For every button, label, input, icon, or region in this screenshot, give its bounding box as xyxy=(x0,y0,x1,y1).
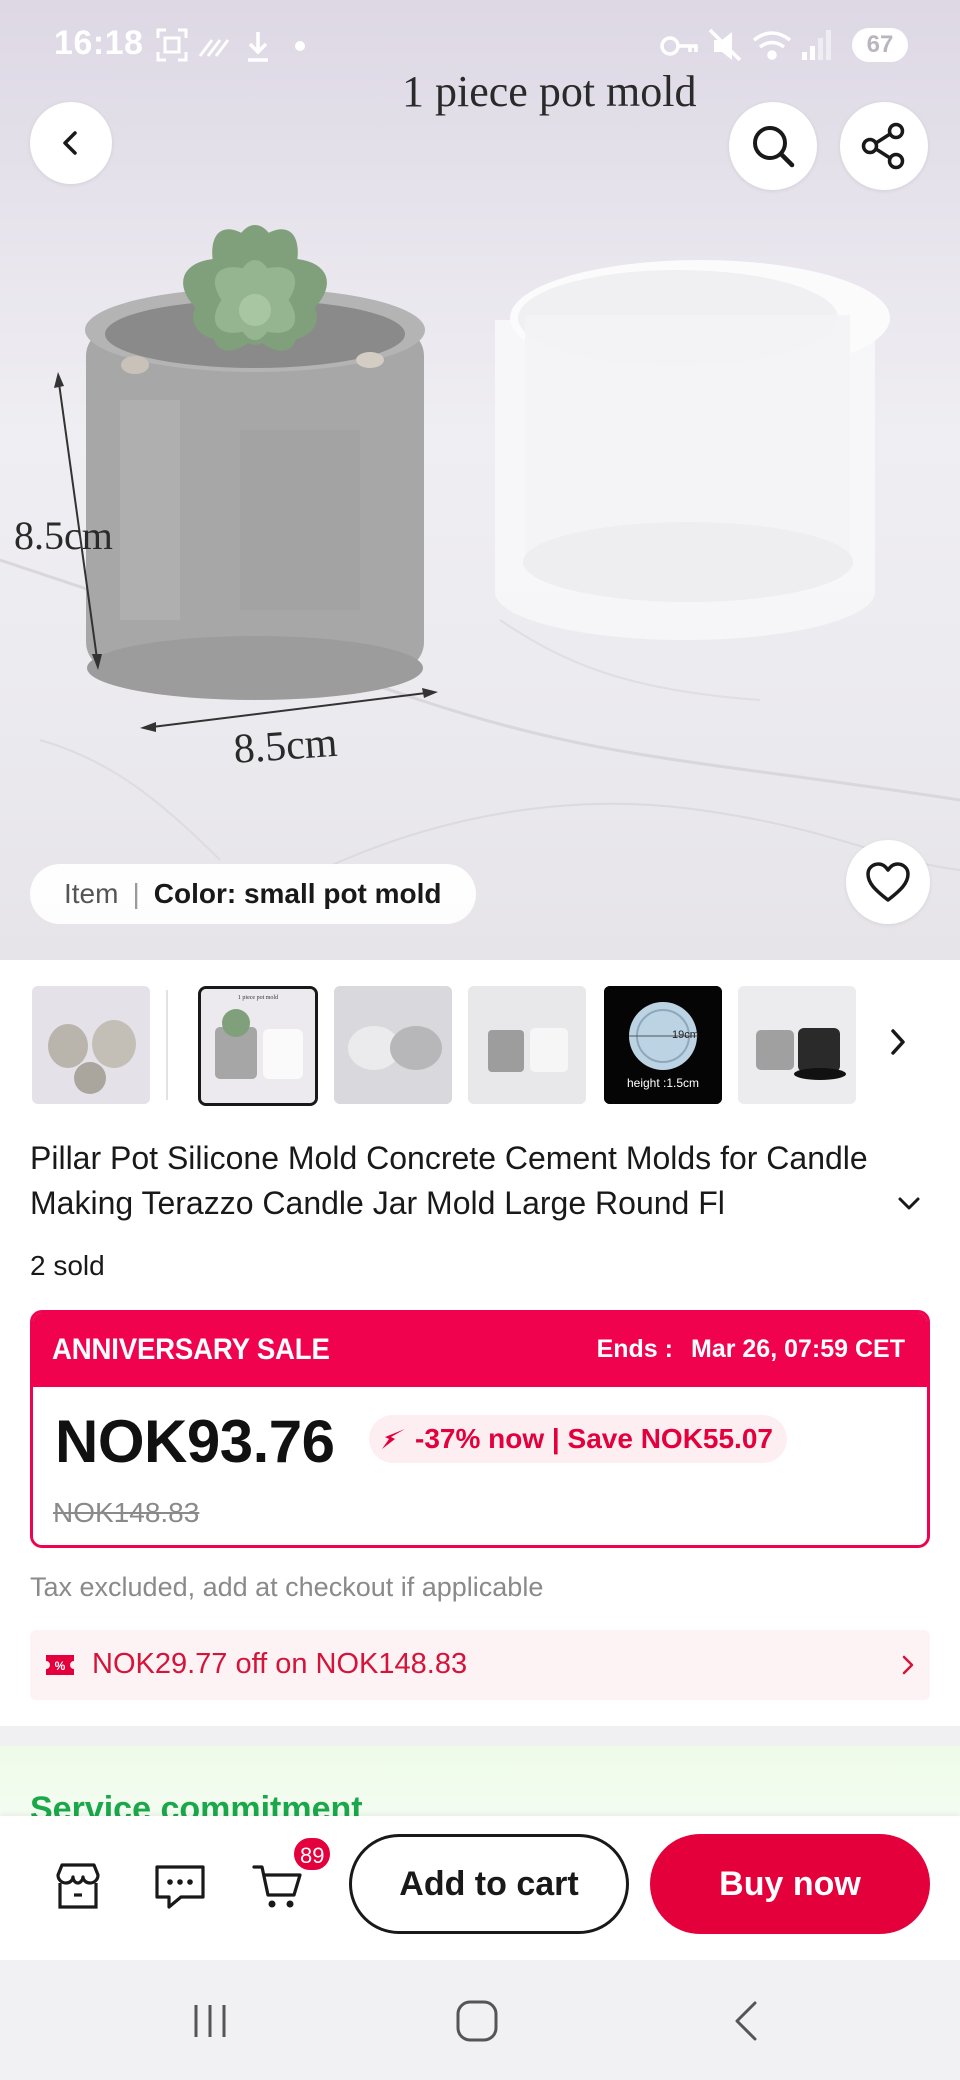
dimension-height-label: 8.5cm xyxy=(14,513,113,558)
download-icon xyxy=(248,32,268,62)
variant-chip[interactable]: Item | Color: small pot mold xyxy=(30,864,476,924)
thumb-black-pots[interactable] xyxy=(738,986,856,1104)
svg-text:1 piece pot mold: 1 piece pot mold xyxy=(238,995,278,1001)
coupon-icon: % xyxy=(46,1655,74,1675)
original-price: NOK148.83 xyxy=(53,1497,200,1528)
share-icon xyxy=(861,122,905,170)
store-icon xyxy=(56,1863,100,1909)
battery-icon: 67 xyxy=(852,28,908,62)
thumb-lid-mold[interactable] xyxy=(334,986,452,1104)
coupon-text: NOK29.77 off on NOK148.83 xyxy=(92,1648,468,1680)
share-button[interactable] xyxy=(840,102,928,190)
status-time: 16:18 xyxy=(54,24,144,62)
add-to-cart-button[interactable]: Add to cart xyxy=(349,1834,629,1934)
buy-now-button[interactable]: Buy now xyxy=(650,1834,930,1934)
thumb-base-mold[interactable]: 19cm height :1.5cm xyxy=(604,986,722,1104)
variant-separator: | xyxy=(132,878,140,909)
tax-note: Tax excluded, add at checkout if applica… xyxy=(30,1572,544,1602)
wishlist-button[interactable] xyxy=(846,840,930,924)
cart-icon xyxy=(252,1865,302,1908)
photo-caption: 1 piece pot mold xyxy=(402,67,697,116)
svg-text:height :1.5cm: height :1.5cm xyxy=(627,1076,699,1090)
discount-text: -37% now | Save NOK55.07 xyxy=(415,1423,773,1454)
heart-icon xyxy=(866,862,910,902)
dot-icon xyxy=(295,41,305,51)
system-navigation-bar xyxy=(0,1960,960,2080)
discount-badge: -37% now | Save NOK55.07 xyxy=(369,1415,787,1463)
recent-apps-button[interactable] xyxy=(180,1994,240,2048)
svg-text:%: % xyxy=(55,1659,66,1673)
thumb-pot-mold[interactable]: 1 piece pot mold xyxy=(198,986,318,1106)
store-button[interactable] xyxy=(50,1858,106,1914)
thumbnail-divider xyxy=(166,990,168,1100)
variant-item-label: Item xyxy=(64,878,119,909)
product-title[interactable]: Pillar Pot Silicone Mold Concrete Cement… xyxy=(30,1136,910,1226)
dimension-width-label: 8.5cm xyxy=(232,719,339,773)
home-icon xyxy=(456,2000,498,2042)
home-button[interactable] xyxy=(447,1994,507,2048)
svg-text:19cm: 19cm xyxy=(672,1029,699,1041)
thumb-dimensions[interactable] xyxy=(468,986,586,1104)
signal-lines-icon xyxy=(198,39,230,57)
chat-button[interactable] xyxy=(152,1858,208,1914)
sold-count: 2 sold xyxy=(30,1250,105,1281)
anniversary-sale-box: ANNIVERSARY SALE Ends : Mar 26, 07:59 CET… xyxy=(30,1310,930,1548)
thumb-item-overview[interactable] xyxy=(32,986,150,1104)
chevron-right-icon xyxy=(891,1029,905,1055)
cart-count-badge: 89 xyxy=(292,1836,333,1872)
cell-signal-icon xyxy=(802,30,831,60)
search-icon xyxy=(753,126,795,168)
expand-title-icon[interactable] xyxy=(896,1194,922,1214)
current-price: NOK93.76 xyxy=(55,1408,335,1475)
thumbnail-strip: 1 piece pot mold 19cm height :1.5cm xyxy=(0,986,960,1110)
system-back-button[interactable] xyxy=(716,1994,776,2048)
bottom-action-bar: 89 Add to cart Buy now xyxy=(0,1816,960,1960)
search-button[interactable] xyxy=(729,102,817,190)
chevron-left-icon xyxy=(63,131,77,155)
vpn-key-icon xyxy=(660,36,698,56)
status-icons-right xyxy=(660,28,831,62)
discount-arrow-icon xyxy=(382,1429,405,1449)
chat-icon xyxy=(155,1865,205,1909)
sale-name: ANNIVERSARY SALE xyxy=(52,1333,330,1366)
status-icons-left xyxy=(156,28,305,62)
back-button[interactable] xyxy=(30,102,112,184)
thumbnail-next-button[interactable] xyxy=(878,1012,918,1072)
sale-ends: Ends : Mar 26, 07:59 CET xyxy=(597,1335,905,1364)
chevron-right-icon xyxy=(902,1655,914,1675)
wifi-icon xyxy=(752,31,792,60)
sale-body: NOK93.76 -37% now | Save NOK55.07 NOK148… xyxy=(33,1387,927,1545)
product-hero-image[interactable]: 16:18 67 1 piece pot mold 8.5cm 8.5cm It… xyxy=(0,0,960,960)
back-arrow-icon xyxy=(735,2001,757,2041)
recent-apps-icon xyxy=(194,2005,226,2037)
section-divider xyxy=(0,1726,960,1746)
sale-ends-value: Mar 26, 07:59 CET xyxy=(691,1335,905,1363)
sale-ends-label: Ends : xyxy=(596,1335,673,1363)
mute-icon xyxy=(708,28,742,62)
coupon-row[interactable]: % NOK29.77 off on NOK148.83 xyxy=(30,1630,930,1700)
sale-header: ANNIVERSARY SALE Ends : Mar 26, 07:59 CET xyxy=(33,1313,927,1387)
variant-color-label: Color: small pot mold xyxy=(153,878,442,909)
screenshot-icon xyxy=(156,28,188,62)
